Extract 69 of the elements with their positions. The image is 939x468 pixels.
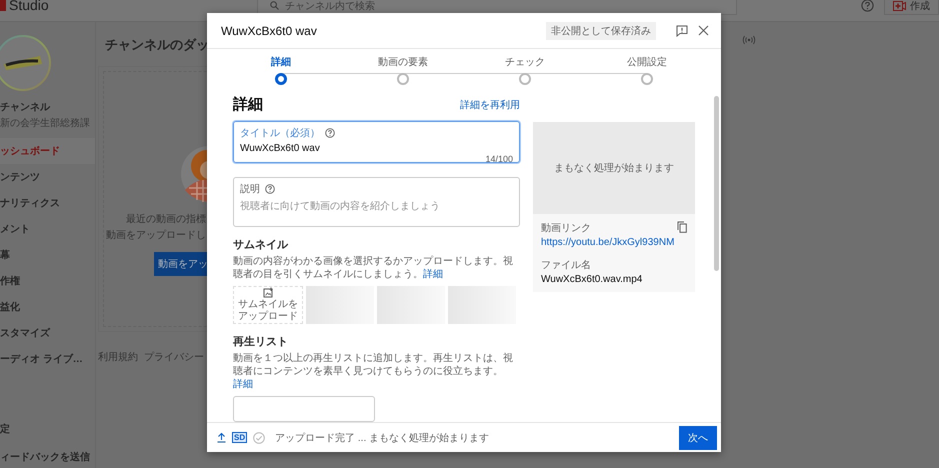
processing-text: まもなく処理が始まります [554, 162, 674, 175]
playlist-description: 動画を１つ以上の再生リストに追加します。再生リストは、視聴者にコンテンツを素早く見つけてもらうのに役立ちます。 詳細 [233, 352, 514, 391]
sidebar-item[interactable]: スタマイズ [0, 320, 95, 346]
sidebar-item[interactable]: メント [0, 216, 95, 242]
title-field[interactable]: タイトル（必須） WuwXcBx6t0 wav 14/100 [233, 121, 520, 163]
logo-text: Studio [9, 0, 49, 13]
sidebar-item[interactable]: 定 [0, 422, 95, 436]
footer-link[interactable]: 利用規約 [98, 350, 138, 364]
reuse-details-link[interactable]: 詳細を再利用 [460, 98, 520, 112]
upload-thumbnail-button[interactable]: サムネイルをアップロード [233, 286, 303, 324]
section-heading: 再生リスト [233, 334, 289, 349]
sidebar-item[interactable]: 作権 [0, 268, 95, 294]
step-dot-icon [397, 73, 409, 85]
broadcast-icon[interactable] [742, 35, 756, 45]
sidebar-item[interactable]: ーディオ ライブ… [0, 346, 95, 372]
step-tab[interactable]: 公開設定 [586, 49, 708, 86]
check-circle-icon [253, 432, 266, 444]
page-title: チャンネルのダッ [105, 36, 209, 54]
upload-status: アップロード完了 ... まもなく処理が始まります [275, 432, 490, 444]
field-label: 説明 [240, 182, 260, 196]
info-label: 動画リンク [541, 222, 592, 235]
next-button[interactable]: 次へ [679, 426, 717, 450]
title-input[interactable]: WuwXcBx6t0 wav [240, 143, 513, 154]
character-counter: 14/100 [485, 154, 513, 164]
section-heading: サムネイル [233, 238, 289, 252]
help-icon[interactable] [325, 128, 335, 138]
sidebar-item[interactable]: 幕 [0, 242, 95, 268]
step-tab[interactable]: チェック [464, 49, 586, 86]
learn-more-link[interactable]: 詳細 [423, 269, 443, 280]
field-label: タイトル（必須） [240, 126, 320, 140]
thumbnail-placeholder [306, 286, 374, 324]
thumbnail-placeholder [377, 286, 445, 324]
upload-icon [217, 432, 226, 443]
help-icon[interactable] [861, 0, 874, 12]
footer-link[interactable]: プライバシー [144, 350, 204, 364]
step-tab[interactable]: 詳細 [220, 49, 342, 86]
description-field[interactable]: 説明 視聴者に向けて動画の内容を紹介しましょう [233, 177, 520, 227]
info-label: ファイル名 [541, 259, 592, 272]
learn-more-link[interactable]: 詳細 [233, 379, 253, 390]
channel-name: チャンネル [0, 101, 52, 114]
section-heading: 詳細 [233, 95, 263, 114]
copy-icon[interactable] [677, 221, 687, 233]
step-dot-icon [519, 73, 531, 85]
sidebar-item[interactable]: ナリティクス [0, 190, 95, 216]
file-name: WuwXcBx6t0.wav.mp4 [541, 274, 644, 285]
sidebar-item[interactable]: ィードバックを送信 [0, 450, 95, 464]
thumbnail-placeholder [448, 286, 516, 324]
step-dot-icon [275, 73, 287, 85]
create-button[interactable]: 作成 [884, 0, 939, 15]
description-input[interactable]: 視聴者に向けて動画の内容を紹介しましょう [240, 199, 513, 222]
help-icon[interactable] [265, 184, 275, 194]
close-icon[interactable] [698, 25, 709, 36]
card-text: 最近の動画の指標 [126, 212, 206, 226]
sidebar-item[interactable]: ンテンツ [0, 164, 95, 190]
step-dot-icon [641, 73, 653, 85]
feedback-icon[interactable] [676, 24, 688, 36]
thumbnail-description: 動画の内容がわかる画像を選択するかアップロードします。視聴者の目を引くサムネイルにしましょう。詳細 [233, 255, 514, 281]
dialog-title: WuwXcBx6t0 wav [221, 24, 317, 38]
card-text: 動画をアップロードし [106, 228, 206, 242]
video-add-icon [893, 0, 906, 10]
quality-badge: SD [232, 432, 248, 443]
add-image-icon [262, 287, 274, 298]
scrollbar-thumb[interactable] [714, 96, 719, 271]
video-link[interactable]: https://youtu.be/JkxGyl939NM [541, 237, 674, 248]
sidebar-item[interactable]: 益化 [0, 294, 95, 320]
status-chip: 非公開として保存済み [546, 22, 656, 40]
sidebar-item[interactable]: ッシュボード [0, 138, 95, 164]
search-icon [270, 1, 279, 10]
step-tab[interactable]: 動画の要素 [342, 49, 464, 86]
